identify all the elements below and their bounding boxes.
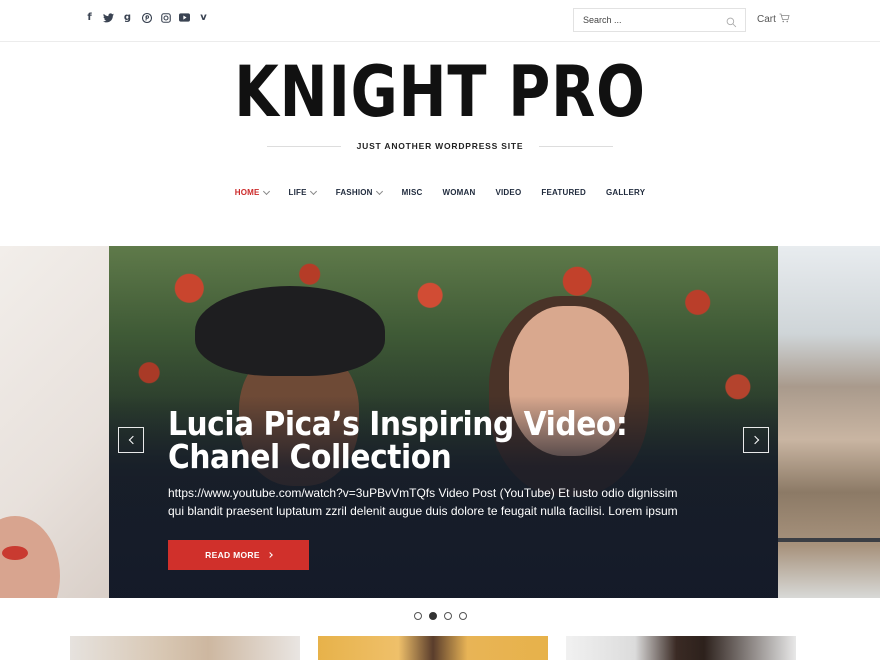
slider-dot-active[interactable] (428, 612, 437, 620)
slider-dot[interactable] (443, 612, 452, 620)
previous-slide-preview (0, 246, 109, 598)
nav-item-label: HOME (234, 188, 260, 197)
cart-icon (779, 13, 790, 26)
slide-title[interactable]: Lucia Pica’s Inspiring Video: Chanel Col… (168, 407, 672, 473)
nav-item-label: WOMAN (442, 188, 476, 197)
nav-item-label: GALLERY (605, 188, 646, 197)
read-more-label: READ MORE (205, 550, 260, 560)
nav-item-woman[interactable]: WOMAN (442, 188, 475, 197)
tagline-row: JUST ANOTHER WORDPRESS SITE (0, 141, 880, 151)
chevron-right-icon (266, 552, 273, 558)
google-plus-icon[interactable]: g (122, 12, 133, 23)
nav-item-life[interactable]: LIFE (288, 187, 317, 197)
nav-item-label: FASHION (335, 188, 373, 197)
next-slide-preview (778, 246, 880, 598)
nav-item-label: VIDEO (495, 188, 522, 197)
slider-prev-button[interactable] (118, 427, 144, 453)
search-box (573, 8, 746, 32)
site-tagline: JUST ANOTHER WORDPRESS SITE (356, 141, 524, 151)
slider-dot[interactable] (413, 612, 422, 620)
nav-item-home[interactable]: HOME (234, 187, 270, 197)
post-card-image[interactable] (70, 636, 300, 660)
nav-item-misc[interactable]: MISC (402, 188, 423, 197)
slider-next-button[interactable] (743, 427, 769, 453)
active-slide: Lucia Pica’s Inspiring Video: Chanel Col… (109, 246, 778, 598)
twitter-icon[interactable] (103, 12, 114, 23)
cart-link[interactable]: Cart (757, 13, 790, 26)
chevron-down-icon (309, 187, 317, 195)
main-navigation: HOME LIFE FASHION MISC WOMAN VIDEO FEATU… (0, 187, 880, 197)
nav-item-video[interactable]: VIDEO (495, 188, 521, 197)
top-bar: f g v Cart (0, 0, 880, 42)
preview-image-detail (2, 546, 28, 560)
nav-item-gallery[interactable]: GALLERY (606, 188, 645, 197)
youtube-icon[interactable] (179, 12, 190, 23)
facebook-icon[interactable]: f (84, 12, 95, 23)
chevron-down-icon (375, 187, 383, 195)
nav-item-fashion[interactable]: FASHION (335, 187, 383, 197)
slide-image-figure (195, 286, 385, 376)
chevron-left-icon (128, 435, 137, 445)
nav-item-label: FEATURED (541, 188, 586, 197)
preview-image-detail (778, 538, 880, 542)
tagline-divider-left (266, 145, 341, 147)
slider-pagination (0, 612, 880, 620)
social-links: f g v (84, 12, 209, 23)
slide-excerpt: https://www.youtube.com/watch?v=3uPBvVmT… (168, 486, 678, 518)
read-more-button[interactable]: READ MORE (168, 540, 309, 570)
chevron-right-icon (750, 435, 759, 445)
pinterest-icon[interactable] (141, 12, 152, 23)
post-card-image[interactable] (318, 636, 548, 660)
instagram-icon[interactable] (160, 12, 171, 23)
search-icon[interactable] (726, 15, 737, 33)
nav-item-label: MISC (401, 188, 423, 197)
post-grid (0, 636, 880, 660)
site-title[interactable]: KNIGHT PRO (79, 50, 801, 134)
cart-label: Cart (757, 14, 776, 25)
post-card-image[interactable] (566, 636, 796, 660)
tagline-divider-right (539, 145, 614, 147)
nav-item-featured[interactable]: FEATURED (541, 188, 586, 197)
search-input[interactable] (574, 9, 714, 31)
slider-dot[interactable] (458, 612, 467, 620)
featured-slider: Lucia Pica’s Inspiring Video: Chanel Col… (0, 246, 880, 598)
chevron-down-icon (262, 187, 270, 195)
nav-item-label: LIFE (288, 188, 307, 197)
vimeo-icon[interactable]: v (198, 12, 209, 23)
slide-content: Lucia Pica’s Inspiring Video: Chanel Col… (168, 407, 688, 520)
